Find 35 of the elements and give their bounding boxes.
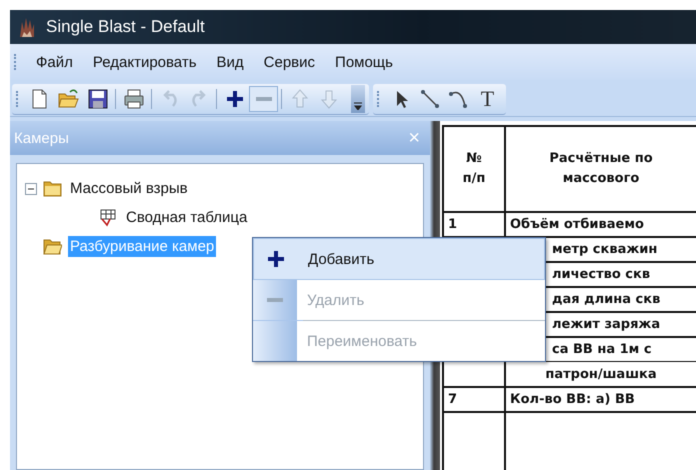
table-cell: лежит заряжа (552, 317, 660, 332)
table-cell: са ВВ на 1м с (552, 342, 652, 357)
panel-title: Камеры (14, 130, 69, 146)
table-cell: метр скважин (552, 242, 658, 257)
folder-icon (43, 179, 62, 198)
menu-item[interactable]: Добавить (253, 238, 545, 280)
printer-icon (122, 88, 144, 110)
plus-icon (265, 248, 287, 270)
table-cell: Объём отбиваемо (510, 217, 644, 232)
overflow-button[interactable] (351, 84, 365, 112)
window-title: Single Blast - Default (46, 17, 205, 37)
menu-item[interactable]: Вид (208, 50, 253, 74)
table-icon (99, 208, 118, 227)
column-header: Расчётные по массового (548, 150, 654, 188)
table-cell: личество скв (552, 267, 650, 282)
table-cell: патрон/шашка (545, 366, 657, 382)
toolbar-button[interactable]: T (473, 86, 502, 112)
column-header: № п/п (444, 127, 506, 211)
menu-item[interactable]: Сервис (254, 50, 324, 74)
tree-item[interactable]: Массовый взрыв (68, 178, 190, 199)
tree-item[interactable]: Сводная таблица (124, 207, 250, 228)
line-tool-icon (418, 88, 440, 110)
menu-item[interactable]: Редактировать (84, 50, 206, 74)
minus-icon (254, 96, 272, 100)
open-folder-icon (43, 237, 62, 256)
table-cell: 1 (448, 217, 458, 232)
chevron-icon (354, 100, 362, 110)
collapse-icon[interactable] (25, 182, 37, 194)
menu-item[interactable]: Помощь (326, 50, 402, 74)
minus-icon (266, 298, 284, 302)
table-cell: дая длина скв (552, 292, 660, 307)
table-cell: Кол-во ВВ: а) ВВ (510, 392, 635, 407)
menu-item[interactable]: Файл (27, 50, 82, 74)
table-cell: 7 (448, 392, 458, 407)
open-folder-icon (58, 88, 80, 110)
